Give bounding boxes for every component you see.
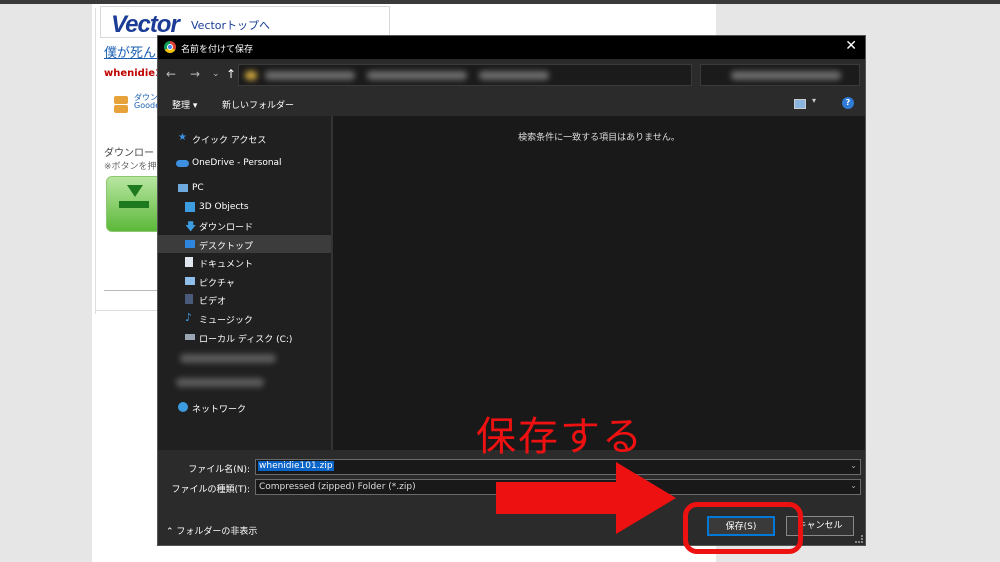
filename-label: ファイル名(N): <box>188 465 250 475</box>
nav-pictures[interactable]: ピクチャ <box>158 272 331 290</box>
hide-folders-toggle[interactable]: ⌃ フォルダーの非表示 <box>166 524 257 537</box>
chevron-down-icon[interactable]: ⌄ <box>850 481 857 490</box>
help-icon[interactable]: ? <box>842 97 854 109</box>
annotation-save-text: 保存する <box>476 414 644 460</box>
chevron-up-icon: ⌃ <box>166 527 177 537</box>
empty-results-message: 検索条件に一致する項目はありません。 <box>518 133 680 143</box>
chrome-icon <box>164 41 176 53</box>
filetype-label: ファイルの種類(T): <box>171 485 250 495</box>
cloud-icon <box>176 160 189 167</box>
nav-local-disk[interactable]: ローカル ディスク (C:) <box>158 328 331 346</box>
download-button[interactable] <box>106 176 162 232</box>
view-options-icon[interactable] <box>794 99 806 109</box>
download-icon <box>114 96 128 104</box>
nav-label: ネットワーク <box>192 405 247 415</box>
blurred-path <box>479 71 549 80</box>
folder-icon <box>245 71 257 80</box>
address-row: ← → ⌄ ↑ ⌄ ⟳ <box>158 60 865 90</box>
desktop-icon <box>185 240 195 248</box>
document-icon <box>185 257 193 267</box>
blurred-drive-item[interactable] <box>176 378 264 387</box>
divider <box>95 8 96 314</box>
nav-music[interactable]: ♪ ミュージック <box>158 309 331 327</box>
download-note: ※ボタンを押 <box>104 162 157 172</box>
chevron-down-icon[interactable]: ▾ <box>812 96 816 105</box>
annotation-highlight-ring <box>683 502 803 554</box>
navigation-pane: ★ クイック アクセス OneDrive - Personal PC 3D Ob… <box>158 116 331 450</box>
nav-desktop[interactable]: デスクトップ <box>158 235 331 253</box>
download-icon <box>114 105 128 113</box>
filetype-value: Compressed (zipped) Folder (*.zip) <box>259 482 416 492</box>
nav-label: PC <box>192 183 204 193</box>
drive-icon <box>185 334 195 340</box>
star-icon: ★ <box>178 132 187 143</box>
nav-label: ミュージック <box>199 316 253 326</box>
divider <box>104 290 164 291</box>
dialog-titlebar[interactable]: 名前を付けて保存 ✕ <box>158 36 865 59</box>
nav-label: ローカル ディスク (C:) <box>199 335 293 345</box>
back-arrow-icon[interactable]: ← <box>166 67 176 81</box>
address-bar[interactable]: ⌄ ⟳ <box>238 64 766 86</box>
nav-label: デスクトップ <box>199 242 254 252</box>
nav-3d-objects[interactable]: 3D Objects <box>158 198 331 216</box>
nav-label: ピクチャ <box>199 279 235 289</box>
download-arrow-icon <box>127 185 143 197</box>
music-note-icon: ♪ <box>185 311 193 324</box>
filename-value: whenidie101.zip <box>258 461 334 471</box>
nav-onedrive[interactable]: OneDrive - Personal <box>158 154 331 172</box>
nav-quick-access[interactable]: ★ クイック アクセス <box>158 129 331 147</box>
computer-icon <box>178 184 188 192</box>
video-icon <box>185 294 193 304</box>
dialog-toolbar: 整理 ▾ 新しいフォルダー ▾ ? <box>158 92 865 116</box>
nav-label: ダウンロード <box>199 223 254 233</box>
up-arrow-icon[interactable]: ↑ <box>226 67 236 81</box>
blurred-search-placeholder <box>731 71 841 80</box>
hide-folders-label: フォルダーの非表示 <box>176 527 258 537</box>
save-as-dialog: 名前を付けて保存 ✕ ← → ⌄ ↑ ⌄ ⟳ 整理 ▾ 新しいフォルダー ▾ ?… <box>157 35 866 546</box>
dialog-title: 名前を付けて保存 <box>181 45 254 55</box>
blurred-path <box>265 71 355 80</box>
nav-label: ドキュメント <box>199 260 254 270</box>
vector-header: Vector Vectorトップへ <box>100 6 390 38</box>
nav-downloads[interactable]: 🡇 ダウンロード <box>158 216 331 234</box>
resize-grip-icon[interactable] <box>855 535 863 543</box>
nav-pc[interactable]: PC <box>158 179 331 197</box>
blurred-path <box>367 71 467 80</box>
cube-icon <box>185 202 195 212</box>
annotation-arrow-head <box>616 462 676 534</box>
picture-icon <box>185 277 195 285</box>
file-list-area[interactable]: 検索条件に一致する項目はありません。 <box>333 116 865 450</box>
download-arrow-icon: 🡇 <box>185 220 197 233</box>
blurred-drive-item[interactable] <box>180 354 276 363</box>
organize-menu[interactable]: 整理 ▾ <box>172 98 197 111</box>
vector-top-link[interactable]: Vectorトップへ <box>191 17 270 33</box>
search-input[interactable] <box>700 64 860 86</box>
forward-arrow-icon[interactable]: → <box>190 67 200 81</box>
nav-network[interactable]: ネットワーク <box>158 398 331 416</box>
download-heading: ダウンロード <box>104 148 164 159</box>
nav-documents[interactable]: ドキュメント <box>158 253 331 271</box>
divider <box>95 310 165 311</box>
nav-label: OneDrive - Personal <box>192 158 282 168</box>
recent-locations-icon[interactable]: ⌄ <box>212 69 220 79</box>
annotation-arrow <box>496 482 620 514</box>
nav-label: クイック アクセス <box>192 136 267 146</box>
close-icon[interactable]: ✕ <box>845 38 857 54</box>
download-tray-icon <box>119 201 149 208</box>
nav-label: ビデオ <box>199 297 227 307</box>
chevron-down-icon[interactable]: ⌄ <box>850 461 857 470</box>
nav-label: 3D Objects <box>199 202 249 212</box>
nav-videos[interactable]: ビデオ <box>158 290 331 308</box>
network-icon <box>178 402 188 412</box>
new-folder-button[interactable]: 新しいフォルダー <box>222 98 294 111</box>
